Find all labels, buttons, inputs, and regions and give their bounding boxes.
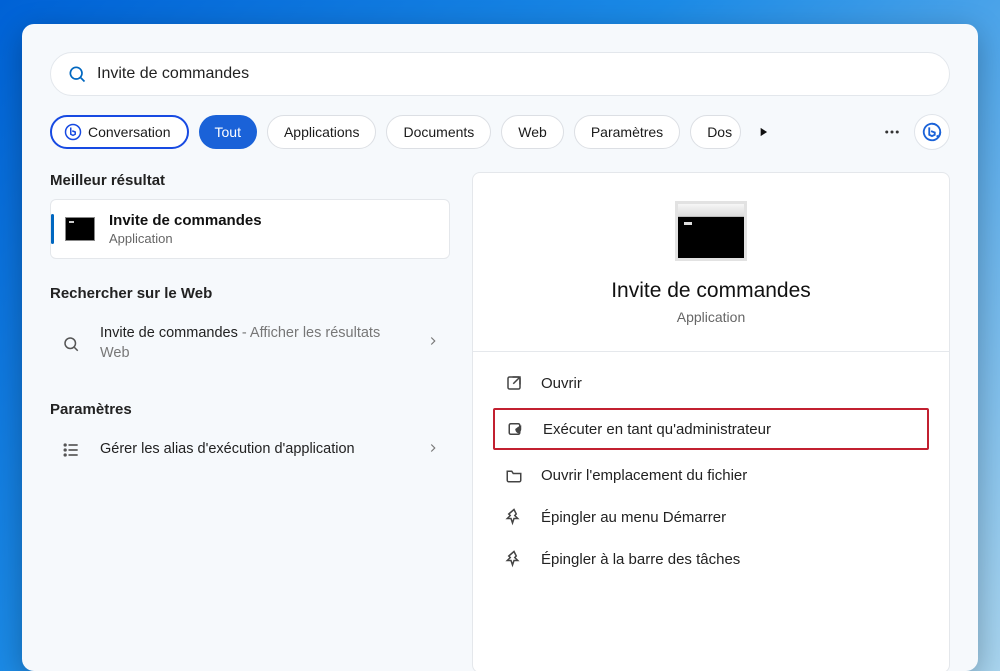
action-pin-start[interactable]: Épingler au menu Démarrer xyxy=(497,496,925,538)
filter-conversation[interactable]: Conversation xyxy=(50,115,189,149)
filter-all[interactable]: Tout xyxy=(199,115,257,149)
filter-settings[interactable]: Paramètres xyxy=(574,115,680,149)
web-result-label: Invite de commandes - Afficher les résul… xyxy=(100,324,412,363)
search-bar[interactable] xyxy=(50,52,950,96)
bing-chat-button[interactable] xyxy=(914,114,950,150)
settings-result-label: Gérer les alias d'exécution d'applicatio… xyxy=(100,440,412,460)
action-pin-taskbar-label: Épingler à la barre des tâches xyxy=(541,551,740,568)
results-column: Meilleur résultat Invite de commandes Ap… xyxy=(50,172,450,671)
filter-apps[interactable]: Applications xyxy=(267,115,377,149)
chevron-right-icon xyxy=(426,334,440,353)
best-result-title: Invite de commandes xyxy=(109,212,262,229)
list-icon xyxy=(61,440,81,460)
action-open-location-label: Ouvrir l'emplacement du fichier xyxy=(541,467,747,484)
web-result-item[interactable]: Invite de commandes - Afficher les résul… xyxy=(50,312,450,375)
search-icon xyxy=(62,335,80,353)
best-result-header: Meilleur résultat xyxy=(50,172,450,189)
action-pin-start-label: Épingler au menu Démarrer xyxy=(541,509,726,526)
preview-subtitle: Application xyxy=(677,309,746,325)
search-icon xyxy=(67,64,87,84)
filter-row: Conversation Tout Applications Documents… xyxy=(50,114,950,150)
bing-b-icon xyxy=(64,123,82,141)
filter-web[interactable]: Web xyxy=(501,115,564,149)
preview-panel: Invite de commandes Application Ouvrir E… xyxy=(472,172,950,671)
best-result-subtitle: Application xyxy=(109,231,262,246)
pin-icon xyxy=(505,508,523,526)
search-input[interactable] xyxy=(97,65,933,83)
web-search-header: Rechercher sur le Web xyxy=(50,285,450,302)
preview-title: Invite de commandes xyxy=(611,279,811,303)
filter-more-cut[interactable]: Dos xyxy=(690,115,741,149)
action-open[interactable]: Ouvrir xyxy=(497,362,925,404)
cmd-icon xyxy=(65,217,95,241)
settings-header: Paramètres xyxy=(50,401,450,418)
best-result-item[interactable]: Invite de commandes Application xyxy=(50,199,450,259)
chevron-right-icon xyxy=(426,441,440,460)
divider xyxy=(473,351,949,352)
more-options-icon[interactable] xyxy=(880,120,904,144)
filter-documents[interactable]: Documents xyxy=(386,115,491,149)
search-window: Conversation Tout Applications Documents… xyxy=(22,24,978,671)
action-run-as-admin-label: Exécuter en tant qu'administrateur xyxy=(543,421,771,438)
action-run-as-admin[interactable]: Exécuter en tant qu'administrateur xyxy=(493,408,929,450)
bing-chat-icon xyxy=(921,121,943,143)
app-icon-large xyxy=(675,201,747,261)
action-open-label: Ouvrir xyxy=(541,375,582,392)
shield-admin-icon xyxy=(507,420,525,438)
settings-result-item[interactable]: Gérer les alias d'exécution d'applicatio… xyxy=(50,428,450,472)
folder-icon xyxy=(505,466,523,484)
pin-icon xyxy=(505,550,523,568)
open-icon xyxy=(505,374,523,392)
action-open-location[interactable]: Ouvrir l'emplacement du fichier xyxy=(497,454,925,496)
scroll-right-icon[interactable] xyxy=(751,120,775,144)
action-pin-taskbar[interactable]: Épingler à la barre des tâches xyxy=(497,538,925,580)
filter-conversation-label: Conversation xyxy=(88,124,171,140)
